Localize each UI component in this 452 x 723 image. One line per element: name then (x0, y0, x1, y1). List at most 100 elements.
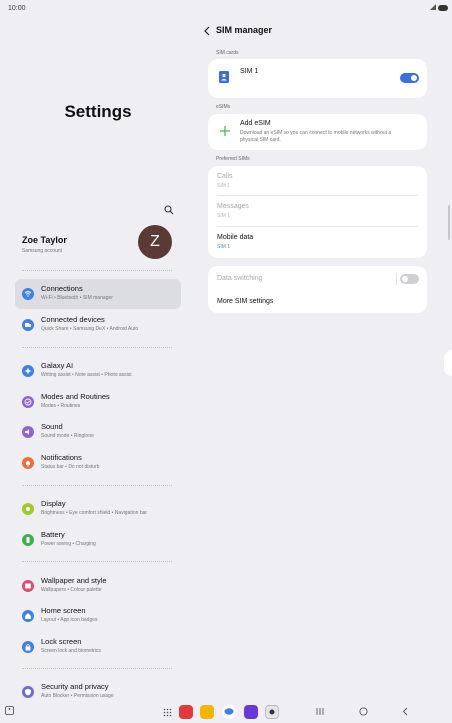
page-header: SIM manager (216, 25, 273, 35)
divider (22, 347, 172, 348)
sidebar-item-sub: Sound mode • Ringtone (41, 433, 94, 439)
divider (217, 226, 418, 227)
messages-app-icon[interactable] (222, 705, 236, 719)
sidebar-item-sub: Brightness • Eye comfort shield • Naviga… (41, 510, 148, 516)
battery-icon (22, 534, 34, 546)
scrollbar[interactable] (448, 205, 450, 240)
navigation-bar (0, 700, 452, 723)
back-arrow-icon[interactable] (203, 26, 211, 36)
divider (22, 485, 172, 486)
devices-icon (22, 319, 34, 331)
sidebar-item-label: Galaxy AI (41, 361, 74, 370)
sidebar-item-sub: Wallpapers • Colour palette (41, 587, 102, 593)
bell-icon (22, 457, 34, 469)
sidebar-item-label: Connected devices (41, 315, 105, 324)
data-switching-label: Data switching (217, 275, 263, 282)
divider (22, 270, 172, 271)
sidebar-item-label: Connections (41, 284, 83, 293)
sim-card-icon (219, 71, 229, 83)
recent-apps-icon[interactable] (316, 707, 324, 716)
back-button-icon[interactable] (402, 707, 408, 716)
sidebar-item-sub: Modes • Routines (41, 403, 81, 409)
check-icon (22, 396, 34, 408)
account-name: Zoe Taylor (22, 235, 67, 245)
sidebar-item-notifications[interactable]: Notifications Status bar • Do not distur… (15, 448, 181, 478)
sidebar-item-lock-screen[interactable]: Lock screen Screen lock and biometrics (15, 632, 181, 662)
sim1-label: SIM 1 (240, 68, 259, 75)
account-subtitle: Samsung account (22, 248, 63, 254)
divider (217, 195, 418, 196)
sun-icon (22, 503, 34, 515)
sidebar-item-sub: Screen lock and biometrics (41, 648, 102, 654)
sidebar-item-label: Modes and Routines (41, 392, 110, 401)
image-icon (22, 580, 34, 592)
sidebar-item-label: Security and privacy (41, 682, 109, 691)
messages-value: SIM 1 (217, 213, 231, 219)
sidebar-item-connected-devices[interactable]: Connected devices Quick Share • Samsung … (15, 310, 181, 340)
data-switching-toggle[interactable] (400, 274, 419, 284)
speaker-icon (22, 426, 34, 438)
plus-icon (220, 126, 230, 136)
lock-icon (22, 641, 34, 653)
app-icon-purple[interactable] (244, 705, 258, 719)
messages-title: Messages (217, 203, 249, 210)
data-settings-card: Data switching More SIM settings (208, 266, 427, 313)
settings-list-pane: Settings Zoe Taylor Samsung account Z Co… (0, 0, 196, 723)
home-icon (22, 610, 34, 622)
sidebar-item-sub: Quick Share • Samsung DeX • Android Auto (41, 326, 139, 332)
sidebar-item-label: Notifications (41, 453, 82, 462)
calls-title: Calls (217, 173, 233, 180)
sim-card-card[interactable]: SIM 1 (208, 59, 427, 98)
sidebar-item-wallpaper[interactable]: Wallpaper and style Wallpapers • Colour … (15, 571, 181, 601)
sim1-toggle[interactable] (400, 73, 419, 83)
sidebar-item-label: Home screen (41, 606, 86, 615)
mobile-data-title: Mobile data (217, 234, 254, 241)
sidebar-item-label: Wallpaper and style (41, 576, 107, 585)
sidebar-item-sub: Power saving • Charging (41, 541, 96, 547)
edge-panel-handle[interactable] (444, 350, 452, 376)
section-label-sim-cards: SIM cards (216, 50, 239, 56)
shield-icon (22, 686, 34, 698)
camera-app-icon[interactable] (265, 705, 279, 719)
accessibility-icon[interactable] (5, 706, 14, 715)
sidebar-item-sub: Layout • App icon badges (41, 617, 98, 623)
sidebar-item-sub: Status bar • Do not disturb (41, 464, 100, 470)
app-drawer-icon[interactable] (163, 708, 172, 717)
more-sim-settings[interactable]: More SIM settings (217, 298, 273, 305)
divider (396, 273, 397, 285)
sidebar-item-connections[interactable]: Connections Wi-Fi • Bluetooth • SIM mana… (15, 279, 181, 309)
add-esim-desc-1: Download an eSIM so you can connect to m… (240, 130, 392, 136)
section-label-preferred-sims: Preferred SIMs (216, 156, 250, 162)
home-button-icon[interactable] (359, 707, 368, 716)
calls-value: SIM 1 (217, 183, 231, 189)
sidebar-item-label: Display (41, 499, 66, 508)
sidebar-item-battery[interactable]: Battery Power saving • Charging (15, 525, 181, 555)
sidebar-item-sub: Writing assist • Note assist • Photo ass… (41, 372, 132, 378)
app-icon-red[interactable] (179, 705, 193, 719)
sidebar-item-label: Lock screen (41, 637, 82, 646)
sidebar-item-display[interactable]: Display Brightness • Eye comfort shield … (15, 494, 181, 524)
avatar[interactable]: Z (138, 225, 172, 259)
add-esim-card[interactable]: Add eSIM Download an eSIM so you can con… (208, 114, 427, 150)
sidebar-item-label: Sound (41, 422, 63, 431)
divider (22, 668, 172, 669)
sidebar-item-sub: Auto Blocker • Permission usage (41, 693, 114, 699)
sidebar-item-home-screen[interactable]: Home screen Layout • App icon badges (15, 601, 181, 631)
signal-icon (430, 4, 436, 10)
preferred-sims-card: Calls SIM 1 Messages SIM 1 Mobile data S… (208, 166, 427, 258)
wifi-icon (22, 288, 34, 300)
section-label-esims: eSIMs (216, 104, 231, 110)
sidebar-item-modes-routines[interactable]: Modes and Routines Modes • Routines (15, 387, 181, 417)
divider (22, 561, 172, 562)
add-esim-desc-2: physical SIM card. (240, 137, 281, 143)
folder-app-icon[interactable] (200, 705, 214, 719)
sidebar-item-label: Battery (41, 530, 65, 539)
sidebar-item-galaxy-ai[interactable]: Galaxy AI Writing assist • Note assist •… (15, 356, 181, 386)
search-icon[interactable] (164, 205, 174, 215)
page-title: Settings (64, 102, 132, 121)
sidebar-item-sound[interactable]: Sound Sound mode • Ringtone (15, 417, 181, 447)
add-esim-title: Add eSIM (240, 120, 271, 127)
battery-status-icon (438, 5, 448, 11)
sparkle-icon (22, 365, 34, 377)
sidebar-item-sub: Wi-Fi • Bluetooth • SIM manager (41, 295, 113, 301)
